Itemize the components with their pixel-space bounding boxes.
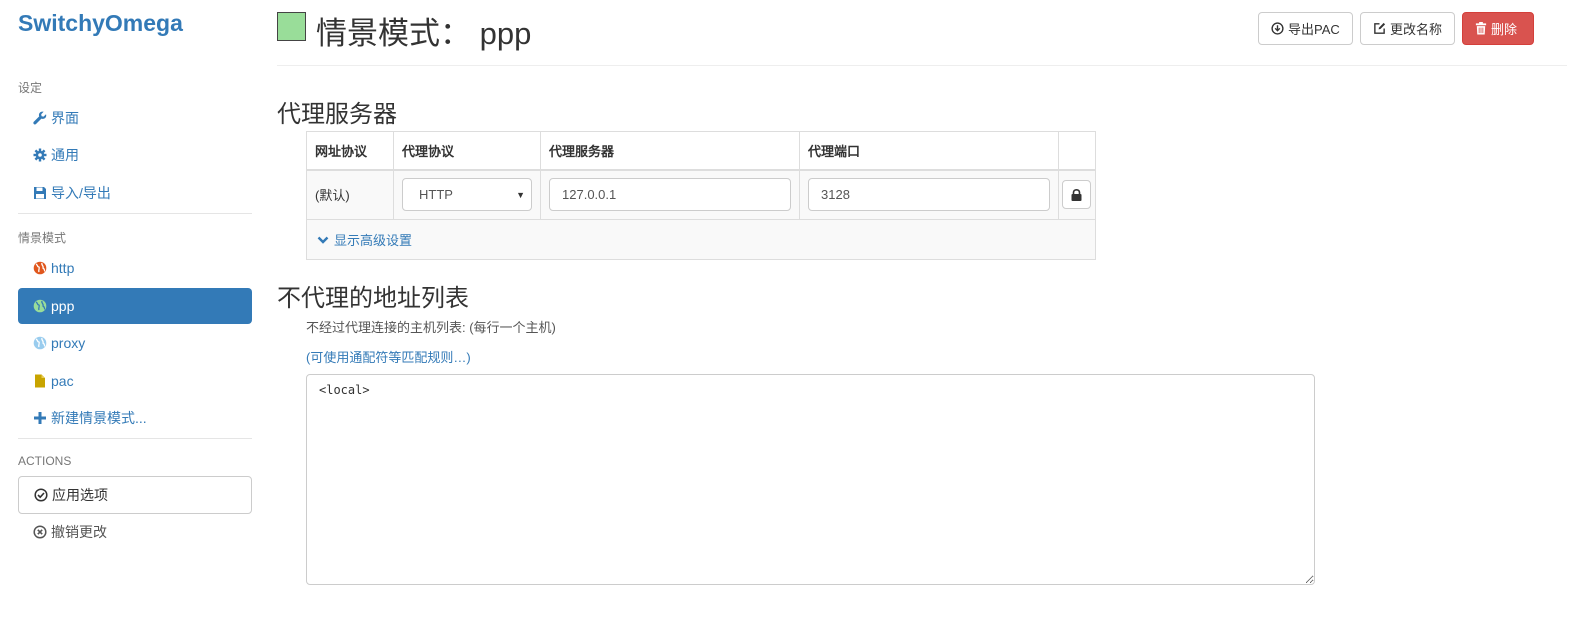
edit-icon (1373, 22, 1386, 35)
sidebar-item-label: proxy (51, 335, 86, 351)
discard-changes-button[interactable]: 撤销更改 (18, 514, 252, 550)
proxy-port-input[interactable] (808, 178, 1051, 212)
lock-icon (1071, 188, 1082, 201)
chevron-down-icon (317, 235, 329, 245)
discard-changes-label: 撤销更改 (51, 524, 107, 540)
globe-icon (33, 261, 47, 275)
brand-logo[interactable]: SwitchyOmega (18, 10, 183, 37)
sidebar-item-interface[interactable]: 界面 (18, 100, 252, 136)
export-pac-button[interactable]: 导出PAC (1258, 12, 1353, 45)
protocol-value: HTTP (419, 187, 453, 203)
port-cell (799, 169, 1060, 220)
bypass-list-textarea[interactable]: <local> (306, 374, 1315, 585)
server-cell (540, 169, 801, 220)
divider (18, 438, 252, 439)
sidebar: SwitchyOmega 设定 界面 通用 导入/导出 情景模式 http pp… (0, 0, 262, 637)
wildcard-rules-link[interactable]: (可使用通配符等匹配规则…) (306, 347, 471, 366)
protocol-select[interactable]: HTTP ▼ (402, 178, 533, 212)
column-header: 代理端口 (799, 131, 1060, 171)
sidebar-item-label: 界面 (51, 110, 79, 126)
wrench-icon (33, 111, 47, 125)
sidebar-item-label: pac (51, 373, 74, 389)
sidebar-item-label: 导入/导出 (51, 185, 111, 201)
actions-header: ACTIONS (18, 454, 72, 468)
gear-icon (33, 148, 47, 162)
scheme-cell: (默认) (305, 169, 395, 220)
rename-label: 更改名称 (1390, 22, 1443, 37)
protocol-cell: HTTP ▼ (393, 169, 542, 220)
export-pac-label: 导出PAC (1288, 22, 1340, 37)
sidebar-item-http[interactable]: http (18, 250, 252, 286)
header-divider (277, 65, 1567, 66)
profile-color-swatch[interactable] (277, 12, 306, 41)
check-circle-icon (34, 488, 48, 502)
profiles-header: 情景模式 (18, 231, 67, 245)
caret-down-icon: ▼ (516, 189, 526, 200)
column-header: 网址协议 (305, 131, 395, 171)
globe-icon (33, 336, 47, 350)
table-row: (默认) HTTP ▼ (305, 169, 1096, 220)
show-advanced-toggle[interactable]: 显示高级设置 (306, 220, 1096, 260)
sidebar-item-label: 通用 (51, 147, 79, 163)
sidebar-item-general[interactable]: 通用 (18, 137, 252, 173)
sidebar-item-proxy[interactable]: proxy (18, 325, 252, 361)
download-icon (1271, 22, 1284, 35)
page-title: 情景模式： ppp (316, 16, 532, 51)
sidebar-item-label: http (51, 260, 75, 276)
sidebar-item-label: ppp (51, 298, 75, 314)
proxy-server-input[interactable] (549, 178, 792, 212)
auth-cell (1058, 169, 1096, 220)
delete-label: 删除 (1491, 22, 1518, 37)
bypass-help-text: 不经过代理连接的主机列表: (每行一个主机) (306, 320, 556, 335)
plus-icon (33, 411, 47, 425)
sidebar-item-pac[interactable]: pac (18, 363, 252, 399)
close-circle-icon (33, 525, 47, 539)
settings-header: 设定 (18, 81, 43, 95)
trash-icon (1475, 22, 1487, 35)
column-header: 代理服务器 (540, 131, 801, 171)
divider (18, 213, 252, 214)
column-header: 代理协议 (393, 131, 542, 171)
bypass-list-title: 不代理的地址列表 (277, 285, 469, 312)
sidebar-item-import-export[interactable]: 导入/导出 (18, 175, 252, 211)
floppy-icon (33, 186, 47, 200)
globe-icon (33, 299, 47, 313)
new-profile-link[interactable]: 新建情景模式... (18, 400, 252, 436)
rename-button[interactable]: 更改名称 (1360, 12, 1456, 45)
show-advanced-label: 显示高级设置 (334, 233, 413, 248)
auth-lock-button[interactable] (1062, 180, 1092, 210)
apply-options-button[interactable]: 应用选项 (18, 476, 252, 514)
new-profile-label: 新建情景模式... (51, 410, 147, 426)
column-header-empty (1058, 131, 1096, 171)
delete-button[interactable]: 删除 (1462, 12, 1534, 45)
proxy-servers-table: 网址协议 代理协议 代理服务器 代理端口 (默认) HTTP ▼ (305, 131, 1096, 220)
apply-options-label: 应用选项 (52, 487, 108, 503)
proxy-servers-title: 代理服务器 (277, 101, 397, 128)
sidebar-item-ppp[interactable]: ppp (18, 288, 252, 324)
file-icon (33, 374, 47, 388)
